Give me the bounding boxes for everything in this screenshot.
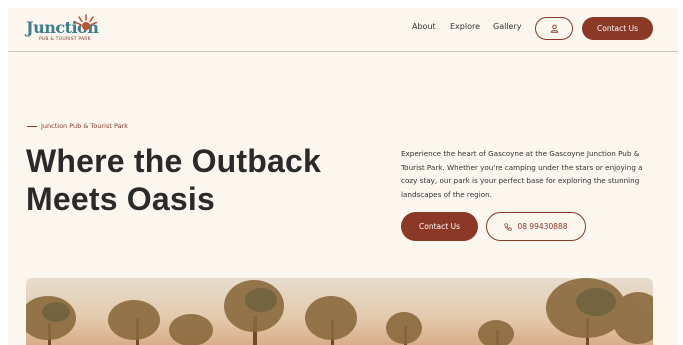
site-header: Junction PUB & TOURIST PARK About Explor… xyxy=(8,8,678,52)
header-contact-button[interactable]: Contact Us xyxy=(582,17,653,40)
phone-number: 08 99430888 xyxy=(517,222,568,231)
logo-subtitle: PUB & TOURIST PARK xyxy=(39,37,91,42)
hero-contact-button[interactable]: Contact Us xyxy=(401,212,478,241)
hero-eyebrow: Junction Pub & Tourist Park xyxy=(41,122,128,130)
phone-icon xyxy=(504,222,512,231)
hero-image xyxy=(26,278,653,345)
site-logo[interactable]: Junction PUB & TOURIST PARK xyxy=(26,14,99,46)
tree-silhouettes xyxy=(26,278,653,345)
nav-gallery[interactable]: Gallery xyxy=(493,22,522,31)
phone-button[interactable]: 08 99430888 xyxy=(486,212,586,241)
user-icon xyxy=(550,24,558,33)
nav-explore[interactable]: Explore xyxy=(450,22,480,31)
hero-description: Experience the heart of Gascoyne at the … xyxy=(401,149,643,200)
page: Junction PUB & TOURIST PARK About Explor… xyxy=(8,8,678,345)
account-button[interactable] xyxy=(535,17,573,40)
nav-about[interactable]: About xyxy=(412,22,436,31)
eyebrow-rule xyxy=(27,126,37,127)
hero-headline: Where the Outback Meets Oasis xyxy=(26,143,322,217)
sun-logo-icon xyxy=(74,14,98,30)
